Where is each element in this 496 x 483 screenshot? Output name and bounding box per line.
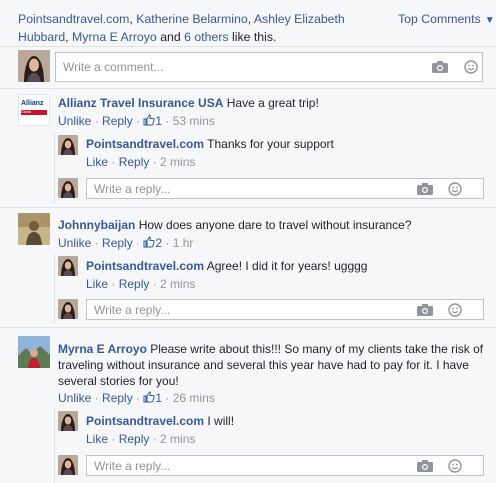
reply-body: Pointsandtravel.com Agree! I did it for … — [86, 258, 483, 274]
camera-icon[interactable] — [432, 61, 448, 73]
divider — [0, 207, 496, 208]
caret-down-icon: ▼ — [484, 15, 495, 26]
comment-body: Allianz Travel Insurance USA Have a grea… — [58, 95, 483, 111]
reply-body: Pointsandtravel.com Thanks for your supp… — [86, 136, 483, 152]
comment-body: Myrna E Arroyo Please write about this!!… — [58, 341, 484, 389]
reply-actions: Like · Reply · 2 mins — [86, 277, 196, 291]
like-link[interactable]: Like — [86, 155, 108, 169]
reply-placeholder: Write a reply... — [94, 181, 171, 196]
comment-placeholder: Write a comment... — [63, 60, 164, 74]
reply-link[interactable]: Reply — [102, 391, 133, 405]
reply-body: Pointsandtravel.com I will! — [86, 413, 483, 429]
comment-author[interactable]: Myrna E Arroyo — [58, 342, 147, 356]
reply-placeholder: Write a reply... — [94, 302, 171, 317]
reply-time[interactable]: 2 mins — [160, 432, 195, 446]
sort-dropdown[interactable]: Top Comments ▼ — [398, 10, 495, 30]
like-count[interactable]: 2 — [143, 236, 162, 250]
thumbs-up-icon — [143, 236, 156, 248]
liker-link[interactable]: Pointsandtravel.com — [18, 12, 129, 26]
reply-link[interactable]: Reply — [119, 155, 150, 169]
others-link[interactable]: 6 others — [184, 30, 228, 44]
reply-input[interactable]: Write a reply... — [86, 299, 484, 320]
current-user-avatar[interactable] — [58, 178, 78, 198]
like-count-value: 1 — [155, 114, 163, 128]
reply-link[interactable]: Reply — [119, 277, 150, 291]
unlike-link[interactable]: Unlike — [58, 236, 91, 250]
likes-suffix: like this. — [232, 30, 277, 44]
myrna-avatar[interactable] — [18, 336, 50, 368]
reply-text: Thanks for your support — [207, 137, 334, 151]
allianz-avatar[interactable]: Allianz Global Assistance — [18, 94, 50, 126]
reply-link[interactable]: Reply — [102, 114, 133, 128]
reply-author-avatar[interactable] — [58, 135, 78, 155]
divider — [0, 327, 496, 328]
reply-author[interactable]: Pointsandtravel.com — [86, 414, 204, 428]
liker-link[interactable]: Katherine Belarmino — [136, 12, 247, 26]
reply-author[interactable]: Pointsandtravel.com — [86, 137, 204, 151]
reply-input[interactable]: Write a reply... — [86, 178, 484, 199]
reply-actions: Like · Reply · 2 mins — [86, 155, 196, 169]
camera-icon[interactable] — [417, 459, 433, 472]
comment-time[interactable]: 1 hr — [173, 236, 194, 250]
reply-link[interactable]: Reply — [119, 432, 150, 446]
comment-actions: Unlike · Reply · 2 · 1 hr — [58, 236, 194, 250]
like-count[interactable]: 1 — [143, 114, 162, 128]
reply-time[interactable]: 2 mins — [160, 155, 195, 169]
allianz-logo-word: Allianz — [21, 100, 44, 107]
smiley-icon[interactable] — [448, 302, 462, 317]
reply-author[interactable]: Pointsandtravel.com — [86, 259, 204, 273]
comment-body: Johnnybaijan How does anyone dare to tra… — [58, 217, 483, 233]
comment-time[interactable]: 26 mins — [173, 391, 215, 405]
reply-rail — [54, 132, 55, 204]
divider — [0, 46, 496, 47]
likes-summary: Pointsandtravel.com, Katherine Belarmino… — [18, 12, 345, 44]
thumbs-up-icon — [143, 391, 156, 403]
sort-label: Top Comments — [398, 12, 481, 26]
smiley-icon[interactable] — [448, 181, 462, 196]
like-count[interactable]: 1 — [143, 391, 162, 405]
camera-icon[interactable] — [417, 182, 433, 195]
liker-link[interactable]: Myrna E Arroyo — [72, 30, 157, 44]
thumbs-up-icon — [143, 114, 156, 126]
comment-text: Have a great trip! — [226, 96, 319, 110]
unlike-link[interactable]: Unlike — [58, 391, 91, 405]
comment-actions: Unlike · Reply · 1 · 26 mins — [58, 391, 215, 405]
reply-rail — [54, 408, 55, 482]
reply-time[interactable]: 2 mins — [160, 277, 195, 291]
smiley-icon[interactable] — [448, 458, 462, 473]
divider — [0, 88, 496, 89]
reply-input[interactable]: Write a reply... — [86, 455, 484, 476]
comment-author[interactable]: Johnnybaijan — [58, 218, 135, 232]
camera-icon[interactable] — [417, 303, 433, 316]
allianz-logo-tagline: Global Assistance — [21, 110, 47, 115]
comment-author[interactable]: Allianz Travel Insurance USA — [58, 96, 223, 110]
comment-input[interactable]: Write a comment... — [55, 52, 483, 82]
current-user-avatar[interactable] — [58, 299, 78, 319]
current-user-avatar[interactable] — [58, 455, 78, 475]
comment-time[interactable]: 53 mins — [173, 114, 215, 128]
smiley-icon[interactable] — [464, 60, 478, 74]
like-count-value: 1 — [155, 391, 163, 405]
reply-rail — [54, 254, 55, 324]
like-count-value: 2 — [155, 236, 163, 250]
current-user-avatar[interactable] — [18, 50, 50, 82]
reply-actions: Like · Reply · 2 mins — [86, 432, 196, 446]
unlike-link[interactable]: Unlike — [58, 114, 91, 128]
like-link[interactable]: Like — [86, 277, 108, 291]
reply-author-avatar[interactable] — [58, 411, 78, 431]
reply-text: Agree! I did it for years! ugggg — [206, 259, 368, 273]
reply-placeholder: Write a reply... — [94, 458, 171, 473]
comment-actions: Unlike · Reply · 1 · 53 mins — [58, 114, 215, 128]
likes-and: and — [160, 30, 181, 44]
johnnybaijan-avatar[interactable] — [18, 213, 50, 245]
comment-text: How does anyone dare to travel without i… — [138, 218, 412, 232]
reply-text: I will! — [207, 414, 235, 428]
like-link[interactable]: Like — [86, 432, 108, 446]
reply-author-avatar[interactable] — [58, 256, 78, 276]
reply-link[interactable]: Reply — [102, 236, 133, 250]
